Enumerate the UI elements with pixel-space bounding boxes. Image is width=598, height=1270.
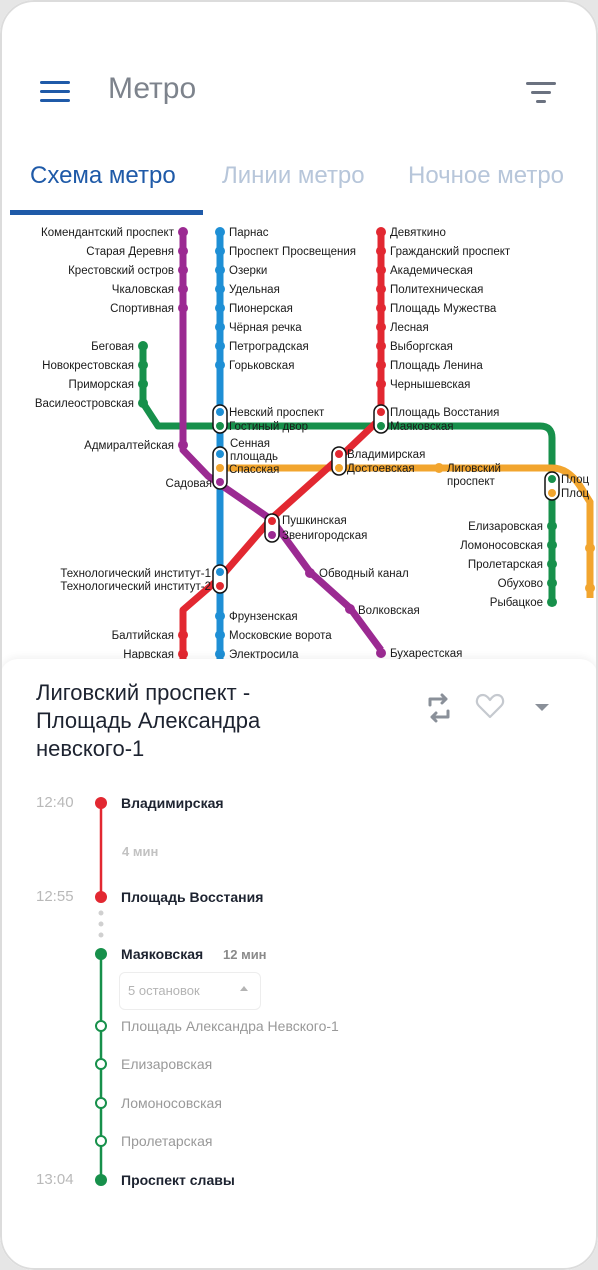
- station-name[interactable]: Владимирская: [121, 795, 224, 811]
- stops-toggle-button[interactable]: 5 остановок: [119, 972, 261, 1010]
- active-tab-indicator: [10, 210, 203, 215]
- tab-lines[interactable]: Линии метро: [222, 162, 365, 190]
- station-label: Лесная: [390, 322, 429, 334]
- station-label: Лиговский: [447, 463, 501, 475]
- station-label: Приморская: [69, 379, 134, 391]
- metro-map-svg[interactable]: Комендантский проспект Старая Деревня Кр…: [0, 218, 598, 663]
- station-label: Сенная: [230, 438, 270, 450]
- station-label: Обводный канал: [319, 568, 409, 580]
- station-label: Беговая: [91, 341, 134, 353]
- route-title-line: Лиговский проспект -: [36, 680, 251, 705]
- station-label: Девяткино: [390, 227, 446, 239]
- arrival-time: 13:04: [36, 1171, 74, 1188]
- station-label: Озерки: [229, 265, 267, 277]
- station-name[interactable]: Маяковская: [121, 946, 203, 962]
- station-label: Плоц: [561, 474, 590, 486]
- route-title-line: невского-1: [36, 736, 145, 761]
- station-label: Рыбацкое: [490, 597, 543, 609]
- station-label: Пролетарская: [468, 559, 543, 571]
- station-label: Чкаловская: [112, 284, 174, 296]
- station-label: Адмиралтейская: [84, 440, 174, 452]
- route-sheet: Лиговский проспект - Площадь Александра …: [0, 659, 598, 1270]
- station-label: площадь: [230, 451, 278, 463]
- station-label: Волковская: [358, 605, 420, 617]
- station-label: Парнас: [229, 227, 269, 239]
- station-label: Ломоносовская: [460, 540, 543, 552]
- station-label: Чернышевская: [390, 379, 470, 391]
- intermediate-station[interactable]: Елизаровская: [121, 1056, 212, 1072]
- station-label: проспект: [447, 476, 496, 488]
- station-label: Садовая: [165, 478, 212, 490]
- station-label: Гостиный двор: [229, 421, 308, 433]
- station-label: Технологический институт-1: [60, 568, 211, 580]
- station-label: Василеостровская: [35, 398, 134, 410]
- route-title: Лиговский проспект - Площадь Александра …: [36, 679, 396, 763]
- station-label: Невский проспект: [229, 407, 325, 419]
- station-label: Пушкинская: [282, 515, 347, 527]
- station-label: Маяковская: [390, 421, 454, 433]
- station-label: Новокрестовская: [42, 360, 134, 372]
- station-label: Выборгская: [390, 341, 453, 353]
- station-label: Проспект Просвещения: [229, 246, 356, 258]
- transfer-time: 12:55: [36, 888, 74, 905]
- segment-duration: 4 мин: [122, 844, 159, 859]
- menu-icon[interactable]: [40, 81, 70, 103]
- segment-duration: 12 мин: [223, 947, 267, 962]
- station-label: Балтийская: [112, 630, 174, 642]
- tab-night[interactable]: Ночное метро: [408, 162, 564, 190]
- station-name[interactable]: Площадь Восстания: [121, 889, 263, 905]
- station-label: Горьковская: [229, 360, 294, 372]
- station-label: Площадь Восстания: [390, 407, 499, 419]
- station-label: Политехническая: [390, 284, 483, 296]
- departure-time: 12:40: [36, 794, 74, 811]
- route-timeline: [95, 797, 107, 1186]
- station-label: Достоевская: [347, 463, 415, 475]
- station-label: Спасская: [229, 464, 279, 476]
- route-title-line: Площадь Александра: [36, 708, 261, 733]
- intermediate-station[interactable]: Пролетарская: [121, 1133, 212, 1149]
- station-label: Крестовский остров: [68, 265, 174, 277]
- station-label: Старая Деревня: [86, 246, 174, 258]
- station-label: Петроградская: [229, 341, 309, 353]
- tab-scheme[interactable]: Схема метро: [30, 162, 176, 190]
- heart-icon[interactable]: [474, 690, 506, 722]
- station-label: Комендантский проспект: [41, 227, 175, 239]
- station-label: Обухово: [498, 578, 543, 590]
- station-label: Технологический институт-2: [60, 581, 211, 593]
- chevron-down-icon[interactable]: [532, 700, 552, 714]
- station-label: Владимирская: [347, 449, 425, 461]
- station-label: Спортивная: [110, 303, 174, 315]
- station-label: Чёрная речка: [229, 322, 302, 334]
- station-label: Удельная: [229, 284, 280, 296]
- station-label: Елизаровская: [468, 521, 543, 533]
- metro-map[interactable]: Комендантский проспект Старая Деревня Кр…: [0, 218, 598, 663]
- top-app-bar: Метро: [0, 0, 598, 140]
- stops-count-label: 5 остановок: [128, 983, 200, 998]
- station-label: Плоц: [561, 488, 590, 500]
- station-label: Фрунзенская: [229, 611, 298, 623]
- intermediate-station[interactable]: Ломоносовская: [121, 1095, 222, 1111]
- swap-direction-icon[interactable]: [424, 693, 454, 723]
- station-label: Звенигородская: [282, 530, 367, 542]
- station-label: Площадь Ленина: [390, 360, 483, 372]
- station-name[interactable]: Проспект славы: [121, 1172, 235, 1188]
- tab-bar: Схема метро Линии метро Ночное метро: [0, 150, 598, 216]
- station-label: Гражданский проспект: [390, 246, 511, 258]
- station-label: Академическая: [390, 265, 473, 277]
- filter-icon[interactable]: [526, 82, 556, 104]
- intermediate-station[interactable]: Площадь Александра Невского-1: [121, 1018, 339, 1034]
- station-label: Пионерская: [229, 303, 293, 315]
- phone-screen: Метро Схема метро Линии метро Ночное мет…: [0, 0, 598, 1270]
- page-title: Метро: [108, 72, 197, 105]
- chevron-up-icon: [240, 986, 248, 991]
- station-label: Московские ворота: [229, 630, 332, 642]
- station-label: Площадь Мужества: [390, 303, 497, 315]
